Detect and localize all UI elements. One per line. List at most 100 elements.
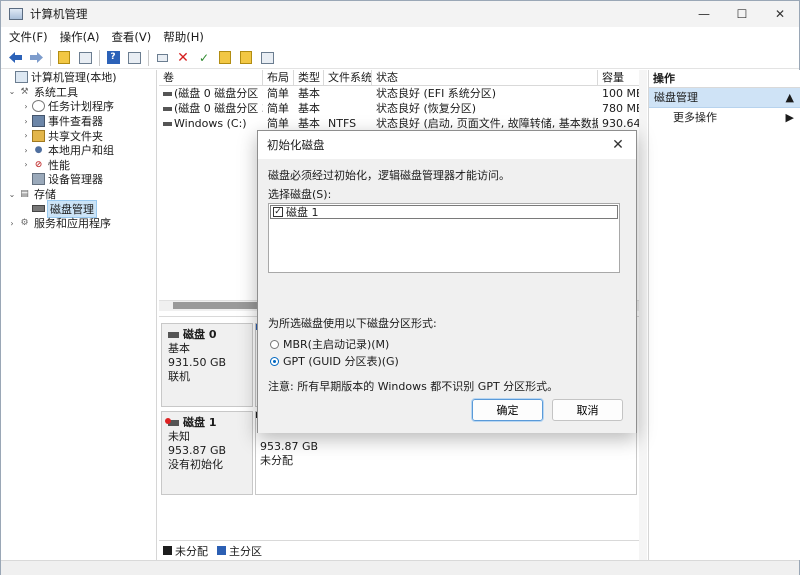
tree-item-storage[interactable]: ⌄ ▤ 存储 — [2, 187, 156, 202]
expand-icon[interactable]: › — [21, 146, 31, 155]
disk-icon — [32, 205, 45, 213]
back-arrow-icon[interactable] — [5, 49, 25, 67]
horizontal-scroll-thumb[interactable] — [173, 302, 263, 309]
volume-list-header: 卷 布局 类型 文件系统 状态 容量 — [159, 70, 647, 86]
delete-icon[interactable]: ✕ — [173, 49, 193, 67]
maximize-button[interactable]: ☐ — [723, 1, 761, 27]
toolbar-separator — [50, 49, 51, 66]
menu-action[interactable]: 操作(A) — [54, 29, 106, 45]
gpt-radio[interactable] — [270, 356, 279, 366]
mbr-radio-option[interactable]: MBR(主启动记录)(M) — [270, 336, 389, 352]
help-icon[interactable]: ? — [103, 49, 123, 67]
close-window-button[interactable]: ✕ — [761, 1, 799, 27]
volume-icon — [163, 107, 172, 111]
toolbar-separator — [148, 49, 149, 66]
dialog-title-bar: 初始化磁盘 ✕ — [258, 131, 636, 159]
status-bar — [1, 560, 799, 575]
disk-icon — [168, 332, 179, 338]
shared-folder-icon — [32, 129, 45, 142]
expand-icon[interactable]: › — [21, 131, 31, 140]
vertical-scrollbar[interactable] — [639, 70, 647, 560]
up-folder-icon[interactable] — [54, 49, 74, 67]
column-filesystem[interactable]: 文件系统 — [324, 70, 372, 85]
legend-swatch-primary — [217, 546, 226, 555]
column-type[interactable]: 类型 — [294, 70, 324, 85]
users-icon: ● — [34, 145, 43, 156]
navigation-tree: 计算机管理(本地) ⌄ ⚒ 系统工具 › 任务计划程序 › 事件查看器 › 共享… — [2, 70, 157, 560]
clock-icon — [32, 100, 45, 113]
initialize-disk-dialog: 初始化磁盘 ✕ 磁盘必须经过初始化，逻辑磁盘管理器才能访问。 选择磁盘(S): … — [257, 130, 637, 433]
actions-section-disk-management[interactable]: 磁盘管理 ▲ — [649, 88, 800, 108]
expand-icon[interactable]: › — [21, 160, 31, 169]
menu-file[interactable]: 文件(F) — [1, 29, 54, 45]
disk-checkbox[interactable]: ✓ — [273, 207, 283, 217]
expand-icon[interactable]: › — [21, 117, 31, 126]
expand-icon[interactable]: › — [21, 102, 31, 111]
menu-view[interactable]: 查看(V) — [105, 29, 157, 45]
gpt-radio-option[interactable]: GPT (GUID 分区表)(G) — [270, 353, 399, 369]
title-bar: 计算机管理 — ☐ ✕ — [1, 1, 799, 27]
list-view-icon[interactable] — [257, 49, 277, 67]
forward-arrow-icon[interactable] — [26, 49, 46, 67]
new-folder-icon[interactable] — [215, 49, 235, 67]
column-layout[interactable]: 布局 — [263, 70, 294, 85]
column-status[interactable]: 状态 — [372, 70, 598, 85]
legend-label: 主分区 — [229, 544, 262, 558]
tree-item-task-scheduler[interactable]: › 任务计划程序 — [2, 99, 156, 114]
dialog-body: 磁盘必须经过初始化，逻辑磁盘管理器才能访问。 选择磁盘(S): ✓ 磁盘 1 为… — [258, 159, 636, 433]
tree-item-system-tools[interactable]: ⌄ ⚒ 系统工具 — [2, 85, 156, 100]
more-actions-item[interactable]: 更多操作 ▶ — [649, 108, 800, 128]
disk-list-item[interactable]: ✓ 磁盘 1 — [270, 205, 618, 219]
expand-icon[interactable]: ⌄ — [7, 87, 17, 96]
device-manager-icon — [32, 173, 45, 186]
tree-item-performance[interactable]: › ⊘ 性能 — [2, 158, 156, 173]
disk-1-label[interactable]: 磁盘 1 未知 953.87 GB 没有初始化 — [161, 411, 253, 495]
volume-icon — [163, 92, 172, 96]
submenu-arrow-icon: ▶ — [785, 111, 794, 124]
minimize-button[interactable]: — — [685, 1, 723, 27]
table-row[interactable]: (磁盘 0 磁盘分区 3) 简单 基本 状态良好 (恢复分区) 780 MB — [159, 101, 647, 116]
tools-icon: ⚒ — [20, 86, 29, 97]
select-disk-label: 选择磁盘(S): — [268, 188, 332, 201]
table-row[interactable]: Windows (C:) 简单 基本 NTFS 状态良好 (启动, 页面文件, … — [159, 116, 647, 131]
tree-item-event-viewer[interactable]: › 事件查看器 — [2, 114, 156, 129]
storage-icon: ▤ — [20, 189, 29, 200]
disk-error-icon — [165, 418, 179, 426]
mbr-radio[interactable] — [270, 339, 279, 349]
expand-icon[interactable]: ⌄ — [7, 190, 17, 199]
tree-item-computer-management[interactable]: 计算机管理(本地) — [2, 70, 156, 85]
disk-select-list[interactable]: ✓ 磁盘 1 — [268, 203, 620, 273]
tree-item-local-users[interactable]: › ● 本地用户和组 — [2, 143, 156, 158]
tree-item-shared-folders[interactable]: › 共享文件夹 — [2, 128, 156, 143]
expand-icon[interactable]: › — [7, 219, 17, 228]
tree-item-services-apps[interactable]: › ⚙ 服务和应用程序 — [2, 216, 156, 231]
search-folder-icon[interactable] — [236, 49, 256, 67]
services-icon: ⚙ — [20, 218, 29, 229]
volume-icon — [163, 122, 172, 126]
tree-item-device-manager[interactable]: 设备管理器 — [2, 172, 156, 187]
menu-help[interactable]: 帮助(H) — [157, 29, 210, 45]
toolbar: ? ✕ ✓ — [1, 47, 799, 69]
disk-0-label[interactable]: 磁盘 0 基本 931.50 GB 联机 — [161, 323, 253, 407]
check-icon[interactable]: ✓ — [194, 49, 214, 67]
computer-management-icon — [9, 8, 23, 20]
toolbar-separator — [99, 49, 100, 66]
tree-item-disk-management[interactable]: 磁盘管理 — [2, 199, 156, 218]
actions-pane: 操作 磁盘管理 ▲ 更多操作 ▶ — [648, 70, 800, 560]
dialog-message: 磁盘必须经过初始化，逻辑磁盘管理器才能访问。 — [268, 169, 510, 182]
cancel-button[interactable]: 取消 — [552, 399, 623, 421]
show-hide-tree-icon[interactable] — [75, 49, 95, 67]
ok-button[interactable]: 确定 — [471, 398, 544, 422]
properties-icon[interactable] — [124, 49, 144, 67]
table-row[interactable]: (磁盘 0 磁盘分区 1) 简单 基本 状态良好 (EFI 系统分区) 100 … — [159, 86, 647, 101]
performance-icon: ⊘ — [34, 159, 43, 170]
window-title: 计算机管理 — [30, 7, 88, 21]
column-volume[interactable]: 卷 — [159, 70, 263, 85]
event-viewer-icon — [32, 115, 45, 128]
gpt-note: 注意: 所有早期版本的 Windows 都不识别 GPT 分区形式。 — [268, 380, 559, 393]
collapse-arrow-icon[interactable]: ▲ — [786, 88, 794, 107]
dialog-close-icon[interactable]: ✕ — [608, 135, 628, 155]
connect-icon[interactable] — [152, 49, 172, 67]
legend: 未分配 主分区 — [159, 540, 647, 560]
actions-header: 操作 — [649, 70, 800, 88]
